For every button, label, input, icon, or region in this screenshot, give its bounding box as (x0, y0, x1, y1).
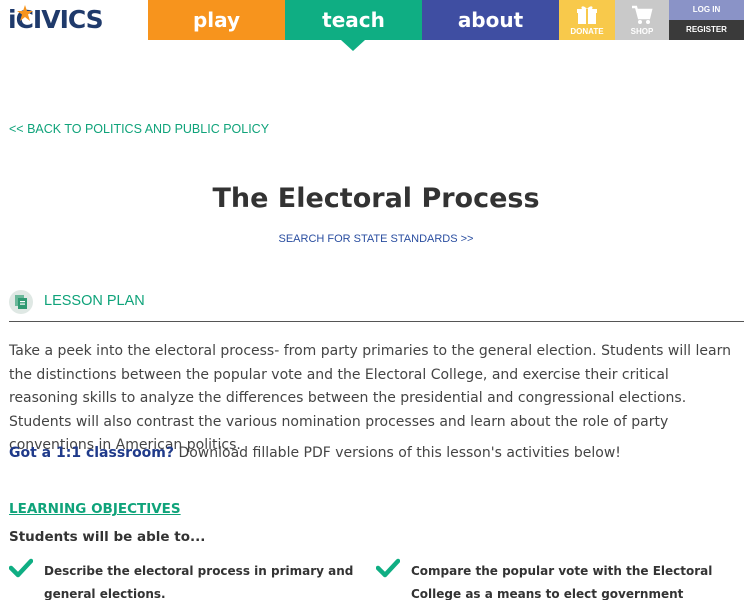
one-to-one-text: Download fillable PDF versions of this l… (174, 445, 621, 461)
active-nav-pointer (341, 40, 365, 51)
one-to-one-link[interactable]: Got a 1:1 classroom? (9, 445, 174, 461)
back-to-politics-link[interactable]: << BACK TO POLITICS AND PUBLIC POLICY (9, 122, 269, 136)
checkmark-icon (376, 558, 400, 578)
lesson-description: Take a peek into the electoral process- … (9, 343, 731, 453)
top-navigation-bar: iCIVICS play teach about DONATE SHOP LOG… (0, 0, 752, 40)
checkmark-icon (9, 558, 33, 578)
icivics-logo[interactable]: iCIVICS (8, 5, 132, 33)
learning-objectives-heading: LEARNING OBJECTIVES (9, 501, 181, 517)
nav-about[interactable]: about (422, 0, 559, 40)
login-button[interactable]: LOG IN (669, 0, 744, 20)
section-divider (9, 321, 744, 322)
shop-label: SHOP (630, 27, 654, 36)
search-state-standards-link[interactable]: SEARCH FOR STATE STANDARDS >> (0, 233, 752, 245)
nav-play[interactable]: play (148, 0, 285, 40)
donate-label: DONATE (570, 27, 604, 36)
register-button[interactable]: REGISTER (669, 20, 744, 40)
gift-icon (577, 6, 597, 24)
nav-donate[interactable]: DONATE (559, 0, 615, 40)
objective-text: Compare the popular vote with the Electo… (411, 564, 713, 600)
cart-icon (632, 5, 653, 24)
star-icon (17, 5, 33, 21)
one-to-one-note: Got a 1:1 classroom? Download fillable P… (9, 442, 744, 464)
objectives-subheading: Students will be able to... (9, 529, 206, 545)
objective-text: Describe the electoral process in primar… (44, 564, 354, 600)
page-title: The Electoral Process (212, 183, 540, 214)
nav-teach[interactable]: teach (285, 0, 422, 40)
lesson-plan-label: LESSON PLAN (44, 293, 145, 309)
document-icon (15, 295, 27, 309)
lesson-plan-badge (9, 290, 33, 314)
nav-shop[interactable]: SHOP (615, 0, 669, 40)
